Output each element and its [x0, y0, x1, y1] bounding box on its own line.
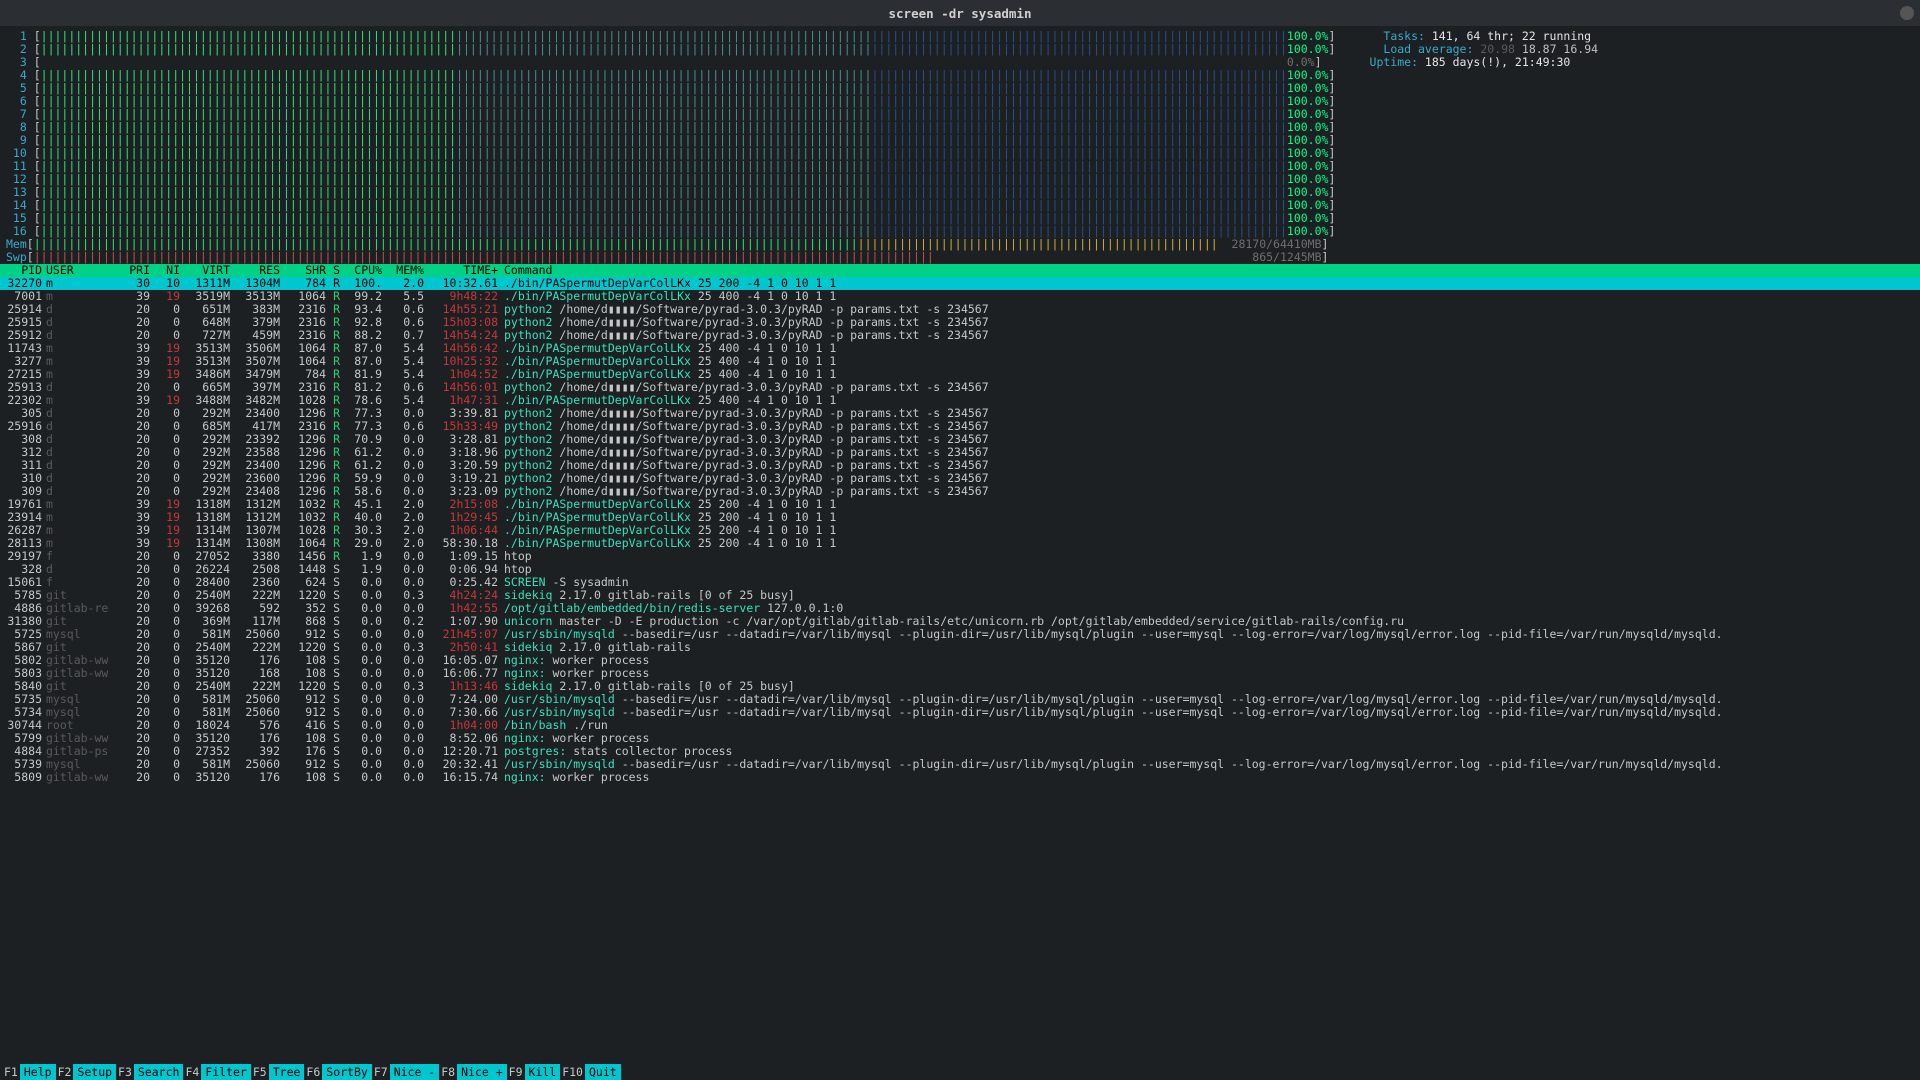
process-row[interactable]: 25914d200651M383M2316R93.40.614h55:21pyt…	[0, 303, 1920, 316]
process-row[interactable]: 23914m39191318M1312M1032R40.02.01h29:45.…	[0, 511, 1920, 524]
process-row[interactable]: 309d200292M234081296R58.60.03:23.09pytho…	[0, 485, 1920, 498]
process-row[interactable]: 312d200292M235881296R61.20.03:18.96pytho…	[0, 446, 1920, 459]
fkey-action-setup[interactable]: Setup	[73, 1064, 116, 1080]
col-pri[interactable]: PRI	[120, 264, 150, 277]
process-row[interactable]: 5802gitlab-ww20035120176108S0.00.016:05.…	[0, 654, 1920, 667]
htop-body: 1 [|||||||||||||||||||||||||||||||||||||…	[0, 26, 1920, 264]
process-row[interactable]: 5735mysql200581M25060912S0.00.07:24.00/u…	[0, 693, 1920, 706]
process-row[interactable]: 5867git2002540M222M1220S0.00.32h50:41sid…	[0, 641, 1920, 654]
process-row[interactable]: 26287m39191314M1307M1028R30.32.01h06:44.…	[0, 524, 1920, 537]
process-row[interactable]: 25913d200665M397M2316R81.20.614h56:01pyt…	[0, 381, 1920, 394]
process-row[interactable]: 5739mysql200581M25060912S0.00.020:32.41/…	[0, 758, 1920, 771]
process-row[interactable]: 308d200292M233921296R70.90.03:28.81pytho…	[0, 433, 1920, 446]
process-row[interactable]: 5803gitlab-ww20035120168108S0.00.016:06.…	[0, 667, 1920, 680]
process-row[interactable]: 5785git2002540M222M1220S0.00.34h24:24sid…	[0, 589, 1920, 602]
fkey-F10: F10	[560, 1064, 585, 1080]
window-titlebar: screen -dr sysadmin	[0, 0, 1920, 26]
col-virt[interactable]: VIRT	[180, 264, 230, 277]
col-cpu%[interactable]: CPU%	[340, 264, 382, 277]
col-pid[interactable]: PID	[2, 264, 42, 277]
fkey-action-kill[interactable]: Kill	[525, 1064, 561, 1080]
swp-meter: Swp[||||||||||||||||||||||||||||||||||||…	[6, 251, 1914, 264]
process-row[interactable]: 311d200292M234001296R61.20.03:20.59pytho…	[0, 459, 1920, 472]
process-row[interactable]: 4886gitlab-re20039268592352S0.00.01h42:5…	[0, 602, 1920, 615]
process-row[interactable]: 5799gitlab-ww20035120176108S0.00.08:52.0…	[0, 732, 1920, 745]
fkey-F9: F9	[507, 1064, 525, 1080]
process-row[interactable]: 27215m39193486M3479M784R81.95.41h04:52./…	[0, 368, 1920, 381]
fkey-F2: F2	[56, 1064, 74, 1080]
col-mem%[interactable]: MEM%	[382, 264, 424, 277]
col-ni[interactable]: NI	[150, 264, 180, 277]
process-header[interactable]: PIDUSERPRINIVIRTRESSHRSCPU%MEM%TIME+Comm…	[0, 264, 1920, 277]
fkey-F1: F1	[2, 1064, 20, 1080]
process-list[interactable]: 32270m30101311M1304M784R100.2.010:32.61.…	[0, 277, 1920, 784]
process-row[interactable]: 15061f200284002360624S0.00.00:25.42SCREE…	[0, 576, 1920, 589]
fkey-action-nice-[interactable]: Nice +	[457, 1064, 507, 1080]
process-row[interactable]: 5734mysql200581M25060912S0.00.07:30.66/u…	[0, 706, 1920, 719]
fkey-F5: F5	[251, 1064, 269, 1080]
fkey-action-quit[interactable]: Quit	[585, 1064, 621, 1080]
process-row[interactable]: 305d200292M234001296R77.30.03:39.81pytho…	[0, 407, 1920, 420]
col-user[interactable]: USER	[42, 264, 120, 277]
mem-meters: Mem[||||||||||||||||||||||||||||||||||||…	[6, 238, 1914, 264]
fkey-F8: F8	[439, 1064, 457, 1080]
close-icon[interactable]	[1900, 6, 1914, 20]
process-row[interactable]: 22302m39193488M3482M1028R78.65.41h47:31.…	[0, 394, 1920, 407]
process-row[interactable]: 5809gitlab-ww20035120176108S0.00.016:15.…	[0, 771, 1920, 784]
fkey-F4: F4	[183, 1064, 201, 1080]
process-row[interactable]: 3277m39193513M3507M1064R87.05.410h25:32.…	[0, 355, 1920, 368]
fkey-F6: F6	[304, 1064, 322, 1080]
process-row[interactable]: 25915d200648M379M2316R92.80.615h03:08pyt…	[0, 316, 1920, 329]
col-s[interactable]: S	[326, 264, 340, 277]
process-row[interactable]: 25916d200685M417M2316R77.30.615h33:49pyt…	[0, 420, 1920, 433]
process-row[interactable]: 4884gitlab-ps20027352392176S0.00.012:20.…	[0, 745, 1920, 758]
fkey-F3: F3	[116, 1064, 134, 1080]
fkey-action-sortby[interactable]: SortBy	[322, 1064, 372, 1080]
col-command[interactable]: Command	[498, 264, 1918, 277]
process-row[interactable]: 7001m39193519M3513M1064R99.25.59h48:22./…	[0, 290, 1920, 303]
function-key-bar[interactable]: F1HelpF2SetupF3SearchF4FilterF5TreeF6Sor…	[0, 1064, 1920, 1080]
fkey-action-filter[interactable]: Filter	[201, 1064, 251, 1080]
col-time+[interactable]: TIME+	[424, 264, 498, 277]
fkey-action-tree[interactable]: Tree	[269, 1064, 305, 1080]
process-row[interactable]: 328d2002622425081448S1.90.00:06.94htop	[0, 563, 1920, 576]
process-row[interactable]: 32270m30101311M1304M784R100.2.010:32.61.…	[0, 277, 1920, 290]
process-row[interactable]: 25912d200727M459M2316R88.20.714h54:24pyt…	[0, 329, 1920, 342]
col-res[interactable]: RES	[230, 264, 280, 277]
process-row[interactable]: 29197f2002705233801456R1.90.01:09.15htop	[0, 550, 1920, 563]
process-row[interactable]: 5725mysql200581M25060912S0.00.021h45:07/…	[0, 628, 1920, 641]
process-row[interactable]: 11743m39193513M3506M1064R87.05.414h56:42…	[0, 342, 1920, 355]
process-row[interactable]: 30744root20018024576416S0.00.01h04:00/bi…	[0, 719, 1920, 732]
process-row[interactable]: 28113m39191314M1308M1064R29.02.058:30.18…	[0, 537, 1920, 550]
process-row[interactable]: 19761m39191318M1312M1032R45.12.02h15:08.…	[0, 498, 1920, 511]
fkey-action-nice-[interactable]: Nice -	[390, 1064, 440, 1080]
fkey-action-help[interactable]: Help	[20, 1064, 56, 1080]
fkey-action-search[interactable]: Search	[134, 1064, 184, 1080]
cpu-meters: 1 [|||||||||||||||||||||||||||||||||||||…	[6, 30, 1914, 238]
process-row[interactable]: 5840git2002540M222M1220S0.00.31h13:46sid…	[0, 680, 1920, 693]
process-row[interactable]: 310d200292M236001296R59.90.03:19.21pytho…	[0, 472, 1920, 485]
fkey-F7: F7	[372, 1064, 390, 1080]
window-title: screen -dr sysadmin	[889, 7, 1032, 20]
col-shr[interactable]: SHR	[280, 264, 326, 277]
process-row[interactable]: 31380git200369M117M868S0.00.21:07.90unic…	[0, 615, 1920, 628]
